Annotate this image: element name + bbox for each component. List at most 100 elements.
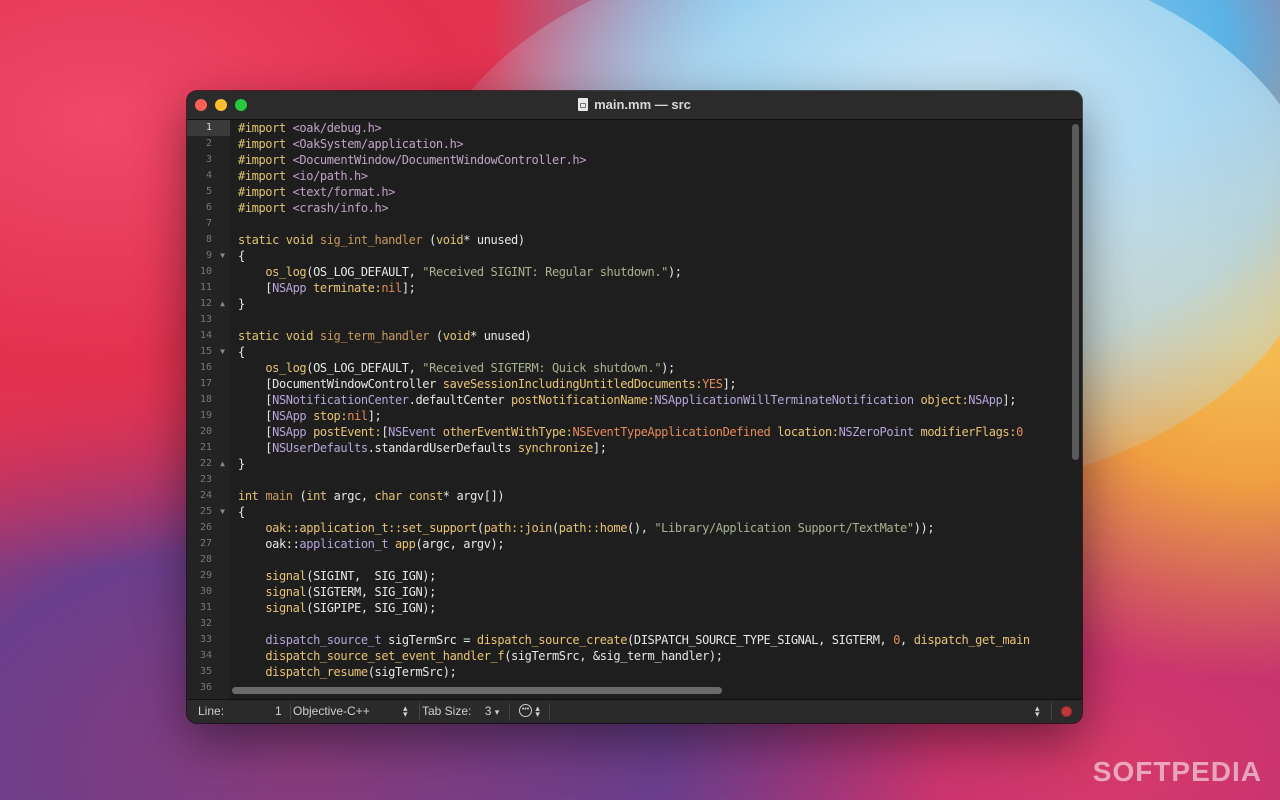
- code-line[interactable]: oak::application_t app(argc, argv);: [230, 536, 1067, 552]
- code-line[interactable]: static void sig_int_handler (void* unuse…: [230, 232, 1067, 248]
- line-number[interactable]: 24: [187, 488, 230, 504]
- language-selector[interactable]: Objective-C++: [293, 704, 370, 718]
- line-number[interactable]: 22 ▲: [187, 456, 230, 472]
- code-line[interactable]: oak::application_t::set_support(path::jo…: [230, 520, 1067, 536]
- line-number[interactable]: 3: [187, 152, 230, 168]
- line-number[interactable]: 17: [187, 376, 230, 392]
- code-line[interactable]: static void sig_term_handler (void* unus…: [230, 328, 1067, 344]
- line-number[interactable]: 4: [187, 168, 230, 184]
- tab-size-selector[interactable]: Tab Size: 3 ▾: [422, 704, 499, 718]
- code-line[interactable]: [NSApp postEvent:[NSEvent otherEventWith…: [230, 424, 1067, 440]
- code-line[interactable]: {: [230, 504, 1067, 520]
- code-line[interactable]: [230, 552, 1067, 568]
- code-line[interactable]: {: [230, 248, 1067, 264]
- line-number[interactable]: 14: [187, 328, 230, 344]
- line-number[interactable]: 18: [187, 392, 230, 408]
- line-number[interactable]: 27: [187, 536, 230, 552]
- line-number[interactable]: 11: [187, 280, 230, 296]
- code-text: {: [238, 505, 245, 519]
- line-number[interactable]: 25 ▼: [187, 504, 230, 520]
- line-number[interactable]: 33: [187, 632, 230, 648]
- class-token: dispatch_source_t: [265, 633, 382, 647]
- line-number[interactable]: 35: [187, 664, 230, 680]
- code-line[interactable]: #import <DocumentWindow/DocumentWindowCo…: [230, 152, 1067, 168]
- code-text: (argc, argv);: [415, 537, 505, 551]
- fold-open-icon[interactable]: ▼: [220, 248, 225, 264]
- code-line[interactable]: [230, 472, 1067, 488]
- class-token: application_t: [299, 537, 389, 551]
- chevron-updown-icon[interactable]: ▴ ▾: [1035, 703, 1040, 718]
- line-number[interactable]: 28: [187, 552, 230, 568]
- line-number[interactable]: 19: [187, 408, 230, 424]
- line-number[interactable]: 5: [187, 184, 230, 200]
- code-line[interactable]: #import <text/format.h>: [230, 184, 1067, 200]
- line-number[interactable]: 12 ▲: [187, 296, 230, 312]
- code-line[interactable]: dispatch_source_set_event_handler_f(sigT…: [230, 648, 1067, 664]
- fold-open-icon[interactable]: ▼: [220, 344, 225, 360]
- vertical-scrollbar[interactable]: [1069, 120, 1082, 700]
- code-line[interactable]: dispatch_source_t sigTermSrc = dispatch_…: [230, 632, 1067, 648]
- fold-close-icon[interactable]: ▲: [220, 456, 225, 472]
- line-number-text: 10: [199, 266, 212, 277]
- line-number[interactable]: 13: [187, 312, 230, 328]
- code-line[interactable]: [230, 312, 1067, 328]
- code-line[interactable]: #import <oak/debug.h>: [230, 120, 1067, 136]
- line-number-field[interactable]: 1: [275, 704, 282, 718]
- code-line[interactable]: signal(SIGTERM, SIG_IGN);: [230, 584, 1067, 600]
- code-line[interactable]: os_log(OS_LOG_DEFAULT, "Received SIGTERM…: [230, 360, 1067, 376]
- record-macro-icon[interactable]: [1061, 706, 1072, 717]
- line-number[interactable]: 29: [187, 568, 230, 584]
- line-number[interactable]: 23: [187, 472, 230, 488]
- code-editor[interactable]: #import <oak/debug.h> #import <OakSystem/…: [230, 120, 1067, 700]
- code-line[interactable]: [DocumentWindowController saveSessionInc…: [230, 376, 1067, 392]
- code-line[interactable]: {: [230, 344, 1067, 360]
- code-line[interactable]: signal(SIGPIPE, SIG_IGN);: [230, 600, 1067, 616]
- line-number[interactable]: 8: [187, 232, 230, 248]
- fold-open-icon[interactable]: ▼: [220, 504, 225, 520]
- method-token: saveSessionIncludingUntitledDocuments:: [442, 377, 703, 391]
- line-number[interactable]: 34: [187, 648, 230, 664]
- code-line[interactable]: [NSUserDefaults.standardUserDefaults syn…: [230, 440, 1067, 456]
- code-text: }: [238, 457, 245, 471]
- line-number-text: 11: [199, 282, 212, 293]
- line-number[interactable]: 32: [187, 616, 230, 632]
- symbol-popup[interactable]: ••• ▴ ▾: [519, 703, 540, 718]
- horizontal-scroll-thumb[interactable]: [232, 687, 722, 694]
- line-number[interactable]: 6: [187, 200, 230, 216]
- code-line[interactable]: }: [230, 296, 1067, 312]
- code-line[interactable]: signal(SIGINT, SIG_IGN);: [230, 568, 1067, 584]
- line-number[interactable]: 31: [187, 600, 230, 616]
- line-number[interactable]: 30: [187, 584, 230, 600]
- code-line[interactable]: [NSApp terminate:nil];: [230, 280, 1067, 296]
- code-line[interactable]: #import <OakSystem/application.h>: [230, 136, 1067, 152]
- line-number[interactable]: 16: [187, 360, 230, 376]
- fold-close-icon[interactable]: ▲: [220, 296, 225, 312]
- code-line[interactable]: dispatch_resume(sigTermSrc);: [230, 664, 1067, 680]
- line-number[interactable]: 1: [187, 120, 230, 136]
- code-line[interactable]: int main (int argc, char const* argv[]): [230, 488, 1067, 504]
- title-bar[interactable]: main.mm — src: [187, 91, 1082, 120]
- code-line[interactable]: [230, 216, 1067, 232]
- line-number[interactable]: 20: [187, 424, 230, 440]
- code-line[interactable]: [NSNotificationCenter.defaultCenter post…: [230, 392, 1067, 408]
- line-number[interactable]: 9 ▼: [187, 248, 230, 264]
- horizontal-scrollbar[interactable]: [230, 683, 1067, 697]
- line-number[interactable]: 36: [187, 680, 230, 696]
- line-number[interactable]: 26: [187, 520, 230, 536]
- vertical-scroll-thumb[interactable]: [1072, 124, 1079, 460]
- code-line[interactable]: }: [230, 456, 1067, 472]
- code-line[interactable]: #import <io/path.h>: [230, 168, 1067, 184]
- code-line[interactable]: #import <crash/info.h>: [230, 200, 1067, 216]
- line-number[interactable]: 21: [187, 440, 230, 456]
- code-line[interactable]: [230, 616, 1067, 632]
- code-line[interactable]: [NSApp stop:nil];: [230, 408, 1067, 424]
- code-line[interactable]: os_log(OS_LOG_DEFAULT, "Received SIGINT:…: [230, 264, 1067, 280]
- line-number[interactable]: 2: [187, 136, 230, 152]
- line-number[interactable]: 7: [187, 216, 230, 232]
- line-number[interactable]: 15 ▼: [187, 344, 230, 360]
- line-number[interactable]: 10: [187, 264, 230, 280]
- chevron-updown-icon[interactable]: ▴ ▾: [403, 703, 408, 718]
- line-number-gutter[interactable]: 1 2 3 4 5 6 7 8 9 ▼ 10 11 12 ▲ 13 14 15 ▼ 16 17 18 19 20 21 22 ▲ 2…: [187, 120, 230, 700]
